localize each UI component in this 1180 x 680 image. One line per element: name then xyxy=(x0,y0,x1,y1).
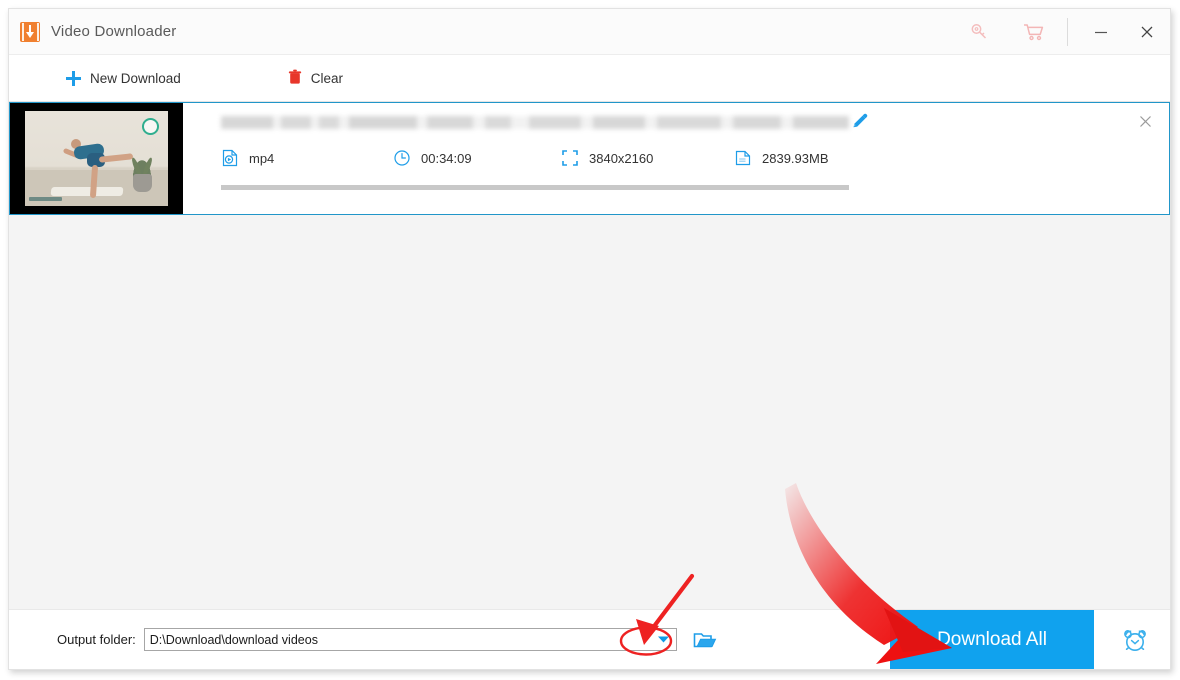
title-bar: Video Downloader xyxy=(9,9,1170,55)
trash-icon xyxy=(288,69,302,88)
clear-label: Clear xyxy=(310,70,344,86)
video-file-icon xyxy=(221,149,239,167)
main-content-area xyxy=(9,215,1170,608)
key-icon[interactable] xyxy=(953,9,1007,55)
download-list: mp4 00:34:09 3840x2160 2839.93MB xyxy=(9,102,1170,215)
video-download-icon xyxy=(20,21,40,42)
remove-item-icon[interactable] xyxy=(1134,110,1156,132)
meta-duration-value: 00:34:09 xyxy=(421,150,472,166)
meta-format: mp4 xyxy=(221,149,393,167)
download-all-button[interactable]: Download All xyxy=(890,610,1094,669)
chevron-down-icon[interactable] xyxy=(656,632,672,648)
meta-size-value: 2839.93MB xyxy=(762,150,829,166)
meta-format-value: mp4 xyxy=(249,150,275,166)
app-window: Video Downloader New Download Clear mp4 … xyxy=(8,8,1171,670)
meta-duration: 00:34:09 xyxy=(393,149,561,167)
output-folder-input[interactable] xyxy=(144,629,676,650)
thumbnail-badge xyxy=(142,118,159,135)
file-icon xyxy=(734,149,752,167)
download-item-body: mp4 00:34:09 3840x2160 2839.93MB xyxy=(183,103,1169,214)
video-thumbnail xyxy=(10,103,183,214)
download-all-label: Download All xyxy=(937,628,1047,650)
thumbnail-progress xyxy=(29,197,62,201)
alarm-clock-icon[interactable] xyxy=(1119,624,1151,656)
clock-icon xyxy=(393,149,411,167)
folder-icon[interactable] xyxy=(692,628,718,652)
download-progress-bar xyxy=(221,185,849,190)
title-bar-actions xyxy=(953,9,1170,54)
output-folder-field[interactable] xyxy=(143,628,677,651)
new-download-label: New Download xyxy=(90,70,181,86)
bottom-bar: Output folder: Download All xyxy=(9,609,1170,669)
meta-resolution-value: 3840x2160 xyxy=(589,150,654,166)
plus-icon xyxy=(66,70,81,86)
cart-icon[interactable] xyxy=(1007,9,1061,55)
pencil-icon[interactable] xyxy=(849,112,869,132)
app-title: Video Downloader xyxy=(51,23,177,40)
output-folder-label: Output folder: xyxy=(57,632,136,647)
close-icon[interactable] xyxy=(1124,9,1170,55)
meta-resolution: 3840x2160 xyxy=(561,149,734,167)
download-item-meta: mp4 00:34:09 3840x2160 2839.93MB xyxy=(221,149,1169,167)
resolution-icon xyxy=(561,149,579,167)
meta-size: 2839.93MB xyxy=(734,149,894,167)
new-download-button[interactable]: New Download xyxy=(66,55,181,101)
download-item-filename xyxy=(221,116,849,129)
clear-button[interactable]: Clear xyxy=(288,55,343,101)
toolbar: New Download Clear xyxy=(9,55,1170,102)
title-bar-separator xyxy=(1067,17,1068,46)
minimize-icon[interactable] xyxy=(1078,9,1124,55)
download-item[interactable]: mp4 00:34:09 3840x2160 2839.93MB xyxy=(9,102,1170,215)
